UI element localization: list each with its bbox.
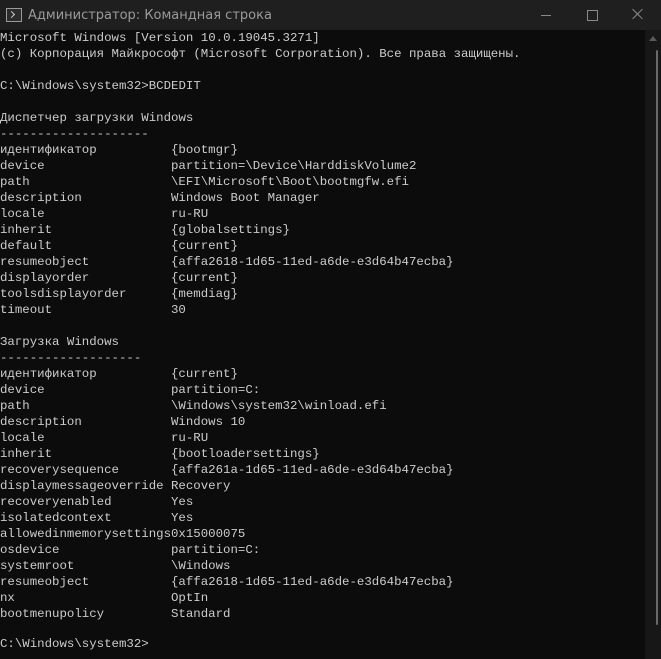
property-value: {bootmgr} [171, 143, 238, 157]
property-key: device [0, 159, 45, 173]
property-value: partition=C: [171, 543, 261, 557]
property-value: {current} [171, 367, 238, 381]
property-key: resumeobject [0, 575, 90, 589]
property-value: Yes [171, 511, 194, 525]
final-prompt: C:\Windows\system32> [0, 637, 149, 651]
property-key: идентификатор [0, 143, 97, 157]
close-icon [632, 8, 644, 20]
title-bar[interactable]: Администратор: Командная строка [0, 0, 661, 30]
property-key: inherit [0, 447, 53, 461]
property-key: device [0, 383, 45, 397]
window-title: Администратор: Командная строка [28, 7, 272, 23]
property-key: locale [0, 207, 45, 221]
property-value: \EFI\Microsoft\Boot\bootmgfw.efi [171, 175, 409, 189]
property-value: partition=C: [171, 383, 261, 397]
maximize-icon [587, 10, 598, 21]
property-key: path [0, 175, 30, 189]
property-value: ru-RU [171, 207, 209, 221]
property-key: bootmenupolicy [0, 607, 105, 621]
property-key: timeout [0, 303, 53, 317]
section-title: Диспетчер загрузки Windows [0, 111, 194, 125]
property-value: {affa2618-1d65-11ed-a6de-e3d64b47ecba} [171, 575, 454, 589]
property-value: partition=\Device\HarddiskVolume2 [171, 159, 417, 173]
property-value: {current} [171, 239, 238, 253]
property-key: nx [0, 591, 15, 605]
command-prompt-window: Администратор: Командная строка Microsof… [0, 0, 661, 659]
property-key: description [0, 191, 82, 205]
property-key: inherit [0, 223, 53, 237]
console-output[interactable]: Microsoft Windows [Version 10.0.19045.32… [0, 30, 645, 659]
property-key: displaymessageoverride [0, 479, 164, 493]
property-value: Windows Boot Manager [171, 191, 320, 205]
close-button[interactable] [615, 0, 661, 30]
property-key: locale [0, 431, 45, 445]
section-title: Загрузка Windows [0, 335, 119, 349]
property-value: {affa261a-1d65-11ed-a6de-e3d64b47ecba} [171, 463, 454, 477]
property-value: Standard [171, 607, 231, 621]
property-value: Windows 10 [171, 415, 246, 429]
property-value: 0x15000075 [171, 527, 246, 541]
property-value: {affa2618-1d65-11ed-a6de-e3d64b47ecba} [171, 255, 454, 269]
property-key: recoveryenabled [0, 495, 112, 509]
vertical-scrollbar[interactable] [645, 30, 661, 659]
minimize-button[interactable] [523, 0, 569, 30]
property-key: description [0, 415, 82, 429]
property-key: toolsdisplayorder [0, 287, 127, 301]
section-underline: ------------------- [0, 351, 142, 365]
property-key: идентификатор [0, 367, 97, 381]
property-key: displayorder [0, 271, 90, 285]
console-app-icon [6, 8, 22, 22]
property-value: {current} [171, 271, 238, 285]
property-key: default [0, 239, 53, 253]
property-key: recoverysequence [0, 463, 119, 477]
command-line: C:\Windows\system32>BCDEDIT [0, 79, 201, 93]
property-value: \Windows\system32\winload.efi [171, 399, 387, 413]
property-value: {globalsettings} [171, 223, 290, 237]
property-value: Recovery [171, 479, 231, 493]
property-key: resumeobject [0, 255, 90, 269]
property-value: Yes [171, 495, 194, 509]
property-value: {memdiag} [171, 287, 238, 301]
property-value: 30 [171, 303, 186, 317]
property-value: \Windows [171, 559, 231, 573]
window-controls [523, 0, 661, 30]
property-key: allowedinmemorysettings [0, 527, 172, 541]
property-value: {bootloadersettings} [171, 447, 320, 461]
property-key: osdevice [0, 543, 60, 557]
section-underline: -------------------- [0, 127, 149, 141]
console-header-line: Microsoft Windows [Version 10.0.19045.32… [0, 31, 320, 45]
property-key: systemroot [0, 559, 75, 573]
maximize-button[interactable] [569, 0, 615, 30]
console-header-line: (c) Корпорация Майкрософт (Microsoft Cor… [0, 47, 521, 61]
scroll-up-arrow-icon[interactable] [649, 36, 657, 41]
scroll-thumb[interactable] [656, 50, 658, 625]
minimize-icon [541, 15, 551, 16]
property-value: OptIn [171, 591, 209, 605]
property-value: ru-RU [171, 431, 209, 445]
property-key: isolatedcontext [0, 511, 112, 525]
property-key: path [0, 399, 30, 413]
